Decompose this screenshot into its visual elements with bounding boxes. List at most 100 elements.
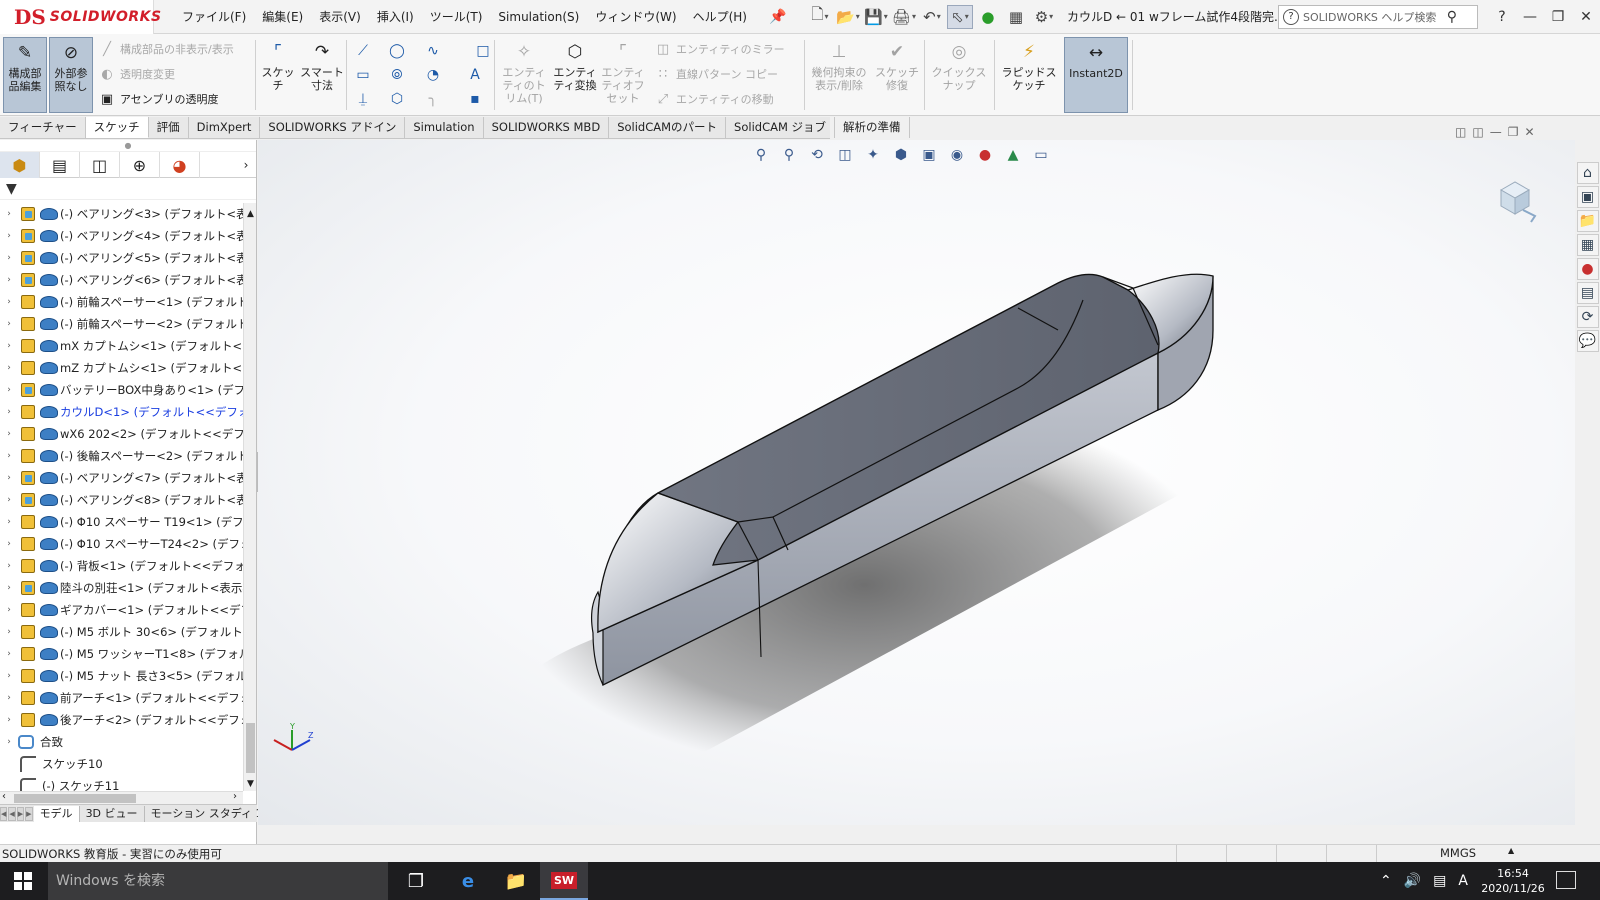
- slot-icon[interactable]: ⦾: [386, 64, 408, 86]
- expand-arrow-icon[interactable]: ›: [0, 429, 18, 439]
- tree-vertical-scrollbar[interactable]: ▲ ▼: [243, 203, 256, 791]
- save-icon[interactable]: 💾 ▾: [863, 5, 889, 29]
- doc-restore-left-icon[interactable]: ◫: [1455, 125, 1466, 139]
- scroll-left-icon[interactable]: ‹: [2, 791, 6, 802]
- ime-indicator[interactable]: A: [1458, 873, 1468, 889]
- tree-item[interactable]: › (-) ベアリング<5> (デフォルト<表示状: [0, 247, 243, 269]
- doc-restore-icon[interactable]: ❐: [1508, 125, 1519, 139]
- chat-icon[interactable]: 💬: [1576, 330, 1599, 352]
- tree-horizontal-scrollbar[interactable]: ‹ ›: [0, 791, 243, 804]
- tab-mbd[interactable]: SOLIDWORKS MBD: [484, 117, 610, 138]
- file-explorer-icon[interactable]: 📁: [1576, 210, 1599, 232]
- scroll-up-icon[interactable]: ▲: [244, 209, 257, 219]
- units-caret-icon[interactable]: ▲: [1508, 846, 1514, 855]
- tray-chevron-icon[interactable]: ⌃: [1380, 873, 1392, 889]
- tree-item[interactable]: › 後アーチ<2> (デフォルト<<デフォルト>_: [0, 709, 243, 731]
- expand-arrow-icon[interactable]: ›: [0, 517, 18, 527]
- expand-arrow-icon[interactable]: ›: [0, 341, 18, 351]
- graphics-area[interactable]: ⚲ ⚲ ⟲ ◫ ✦ ⬢ ▣ ◉ ● ▲ ▭ Y Z: [258, 140, 1575, 825]
- tab-solidcam-part[interactable]: SolidCAMのパート: [609, 117, 727, 138]
- edge-browser-icon[interactable]: e: [444, 862, 492, 900]
- next-tab-icon[interactable]: ▶: [16, 806, 25, 821]
- fillet-icon[interactable]: ╮: [422, 88, 444, 110]
- restore-icon[interactable]: ❐: [1544, 9, 1572, 25]
- tree-item[interactable]: › (-) ベアリング<4> (デフォルト<表示状: [0, 225, 243, 247]
- tree-item[interactable]: › (-) ベアリング<6> (デフォルト<表示状: [0, 269, 243, 291]
- text-icon[interactable]: A: [464, 64, 486, 86]
- expand-arrow-icon[interactable]: ›: [0, 451, 18, 461]
- sketch-button[interactable]: ⌜ スケッチ: [258, 37, 298, 113]
- tree-item[interactable]: › mX カプトムシ<1> (デフォルト<<デフォ: [0, 335, 243, 357]
- smart-dimension-button[interactable]: ↷ スマート寸法: [300, 37, 344, 113]
- undo-icon[interactable]: ↶ ▾: [919, 5, 945, 29]
- scroll-down-icon[interactable]: ▼: [244, 779, 257, 789]
- menu-view[interactable]: 表示(V): [311, 0, 369, 34]
- offset-entities-button[interactable]: ⌜ エンティティオフセット: [600, 37, 646, 113]
- hexagon-icon[interactable]: ⬡: [386, 88, 408, 110]
- scroll-thumb[interactable]: [246, 723, 255, 773]
- solidworks-logo[interactable]: DS SOLIDWORKS: [0, 0, 161, 34]
- expand-arrow-icon[interactable]: ›: [0, 253, 18, 263]
- tree-item[interactable]: › ギアカバー<1> (デフォルト<<デフォルト>: [0, 599, 243, 621]
- repair-sketch-button[interactable]: ✔ スケッチ修復: [874, 37, 920, 113]
- doc-close-icon[interactable]: ✕: [1524, 125, 1534, 139]
- expand-arrow-icon[interactable]: ›: [0, 385, 18, 395]
- spline-icon[interactable]: ∿: [422, 40, 444, 62]
- display-manager-tab-icon[interactable]: ◕: [160, 152, 200, 178]
- instant2d-button[interactable]: ↔ Instant2D: [1064, 37, 1128, 113]
- menu-window[interactable]: ウィンドウ(W): [587, 0, 684, 34]
- circle-icon[interactable]: ◯: [386, 40, 408, 62]
- appearances-icon[interactable]: ●: [1576, 258, 1599, 280]
- line-icon[interactable]: ⟋: [352, 40, 374, 62]
- help-question-icon[interactable]: ?: [1488, 9, 1516, 25]
- view-selector-cube[interactable]: [1491, 176, 1541, 226]
- open-icon[interactable]: 📂 ▾: [835, 5, 861, 29]
- doc-restore-right-icon[interactable]: ◫: [1472, 125, 1483, 139]
- rebuild-icon[interactable]: ●: [975, 5, 1001, 29]
- tree-item[interactable]: › (-) 前輪スペーサー<1> (デフォルト<<デ: [0, 291, 243, 313]
- last-tab-icon[interactable]: ▶: [25, 806, 33, 821]
- expand-arrow-icon[interactable]: ›: [0, 231, 18, 241]
- tree-filter[interactable]: ▼: [0, 178, 256, 200]
- chevron-right-icon[interactable]: ›: [236, 152, 256, 177]
- expand-arrow-icon[interactable]: ›: [0, 275, 18, 285]
- assembly-transparency-button[interactable]: ▣ アセンブリの透明度: [98, 88, 219, 110]
- property-manager-tab-icon[interactable]: ▤: [40, 152, 80, 178]
- tab-analysis-prep[interactable]: 解析の準備: [835, 117, 910, 138]
- tab-motion-study[interactable]: モーション スタディ 1: [145, 805, 270, 822]
- expand-arrow-icon[interactable]: ›: [0, 627, 18, 637]
- tab-addins[interactable]: SOLIDWORKS アドイン: [260, 117, 406, 138]
- close-icon[interactable]: ✕: [1572, 9, 1600, 25]
- first-tab-icon[interactable]: ◀: [0, 806, 8, 821]
- tree-item[interactable]: › (-) 後輪スペーサー<2> (デフォルト<<デ: [0, 445, 243, 467]
- minimize-icon[interactable]: —: [1516, 9, 1544, 25]
- custom-properties-icon[interactable]: ▤: [1576, 282, 1599, 304]
- file-properties-icon[interactable]: ▦: [1003, 5, 1029, 29]
- search-icon[interactable]: ⚲: [1447, 9, 1457, 25]
- taskbar-clock[interactable]: 16:54 2020/11/26: [1480, 866, 1546, 896]
- tree-item[interactable]: › 陸斗の別荘<1> (デフォルト<表示状態: [0, 577, 243, 599]
- expand-arrow-icon[interactable]: ›: [0, 561, 18, 571]
- tree-item[interactable]: › (-) ベアリング<7> (デフォルト<表示状: [0, 467, 243, 489]
- scroll-thumb[interactable]: [14, 794, 136, 803]
- tree-item[interactable]: › 前アーチ<1> (デフォルト<<デフォルト>_: [0, 687, 243, 709]
- configuration-manager-tab-icon[interactable]: ◫: [80, 152, 120, 178]
- expand-arrow-icon[interactable]: ›: [0, 319, 18, 329]
- task-view-icon[interactable]: ❐: [392, 862, 440, 900]
- new-document-icon[interactable]: 🗋 ▾: [807, 5, 833, 29]
- expand-arrow-icon[interactable]: ›: [0, 737, 18, 747]
- point-icon[interactable]: ▪: [464, 88, 486, 110]
- select-icon[interactable]: ⬁ ▾: [946, 4, 973, 29]
- quick-snaps-button[interactable]: ◎ クイックスナップ: [928, 37, 990, 113]
- help-search-input[interactable]: ? SOLIDWORKS ヘルプ検索 ⚲: [1278, 5, 1478, 29]
- no-external-refs-button[interactable]: ⊘ 外部参照なし: [49, 37, 93, 113]
- hide-show-components-button[interactable]: ╱ 構成部品の非表示/表示: [98, 38, 234, 60]
- filter-icon[interactable]: ▼: [6, 181, 17, 197]
- menu-insert[interactable]: 挿入(I): [369, 0, 422, 34]
- arc-icon[interactable]: ◔: [422, 64, 444, 86]
- volume-icon[interactable]: 🔊: [1404, 873, 1421, 889]
- unit-system[interactable]: MMGS: [1440, 846, 1476, 860]
- solidworks-forum-icon[interactable]: ⟳: [1576, 306, 1599, 328]
- panel-grip[interactable]: ●: [0, 140, 256, 152]
- tree-item[interactable]: › (-) 背板<1> (デフォルト<<デフォルト>_: [0, 555, 243, 577]
